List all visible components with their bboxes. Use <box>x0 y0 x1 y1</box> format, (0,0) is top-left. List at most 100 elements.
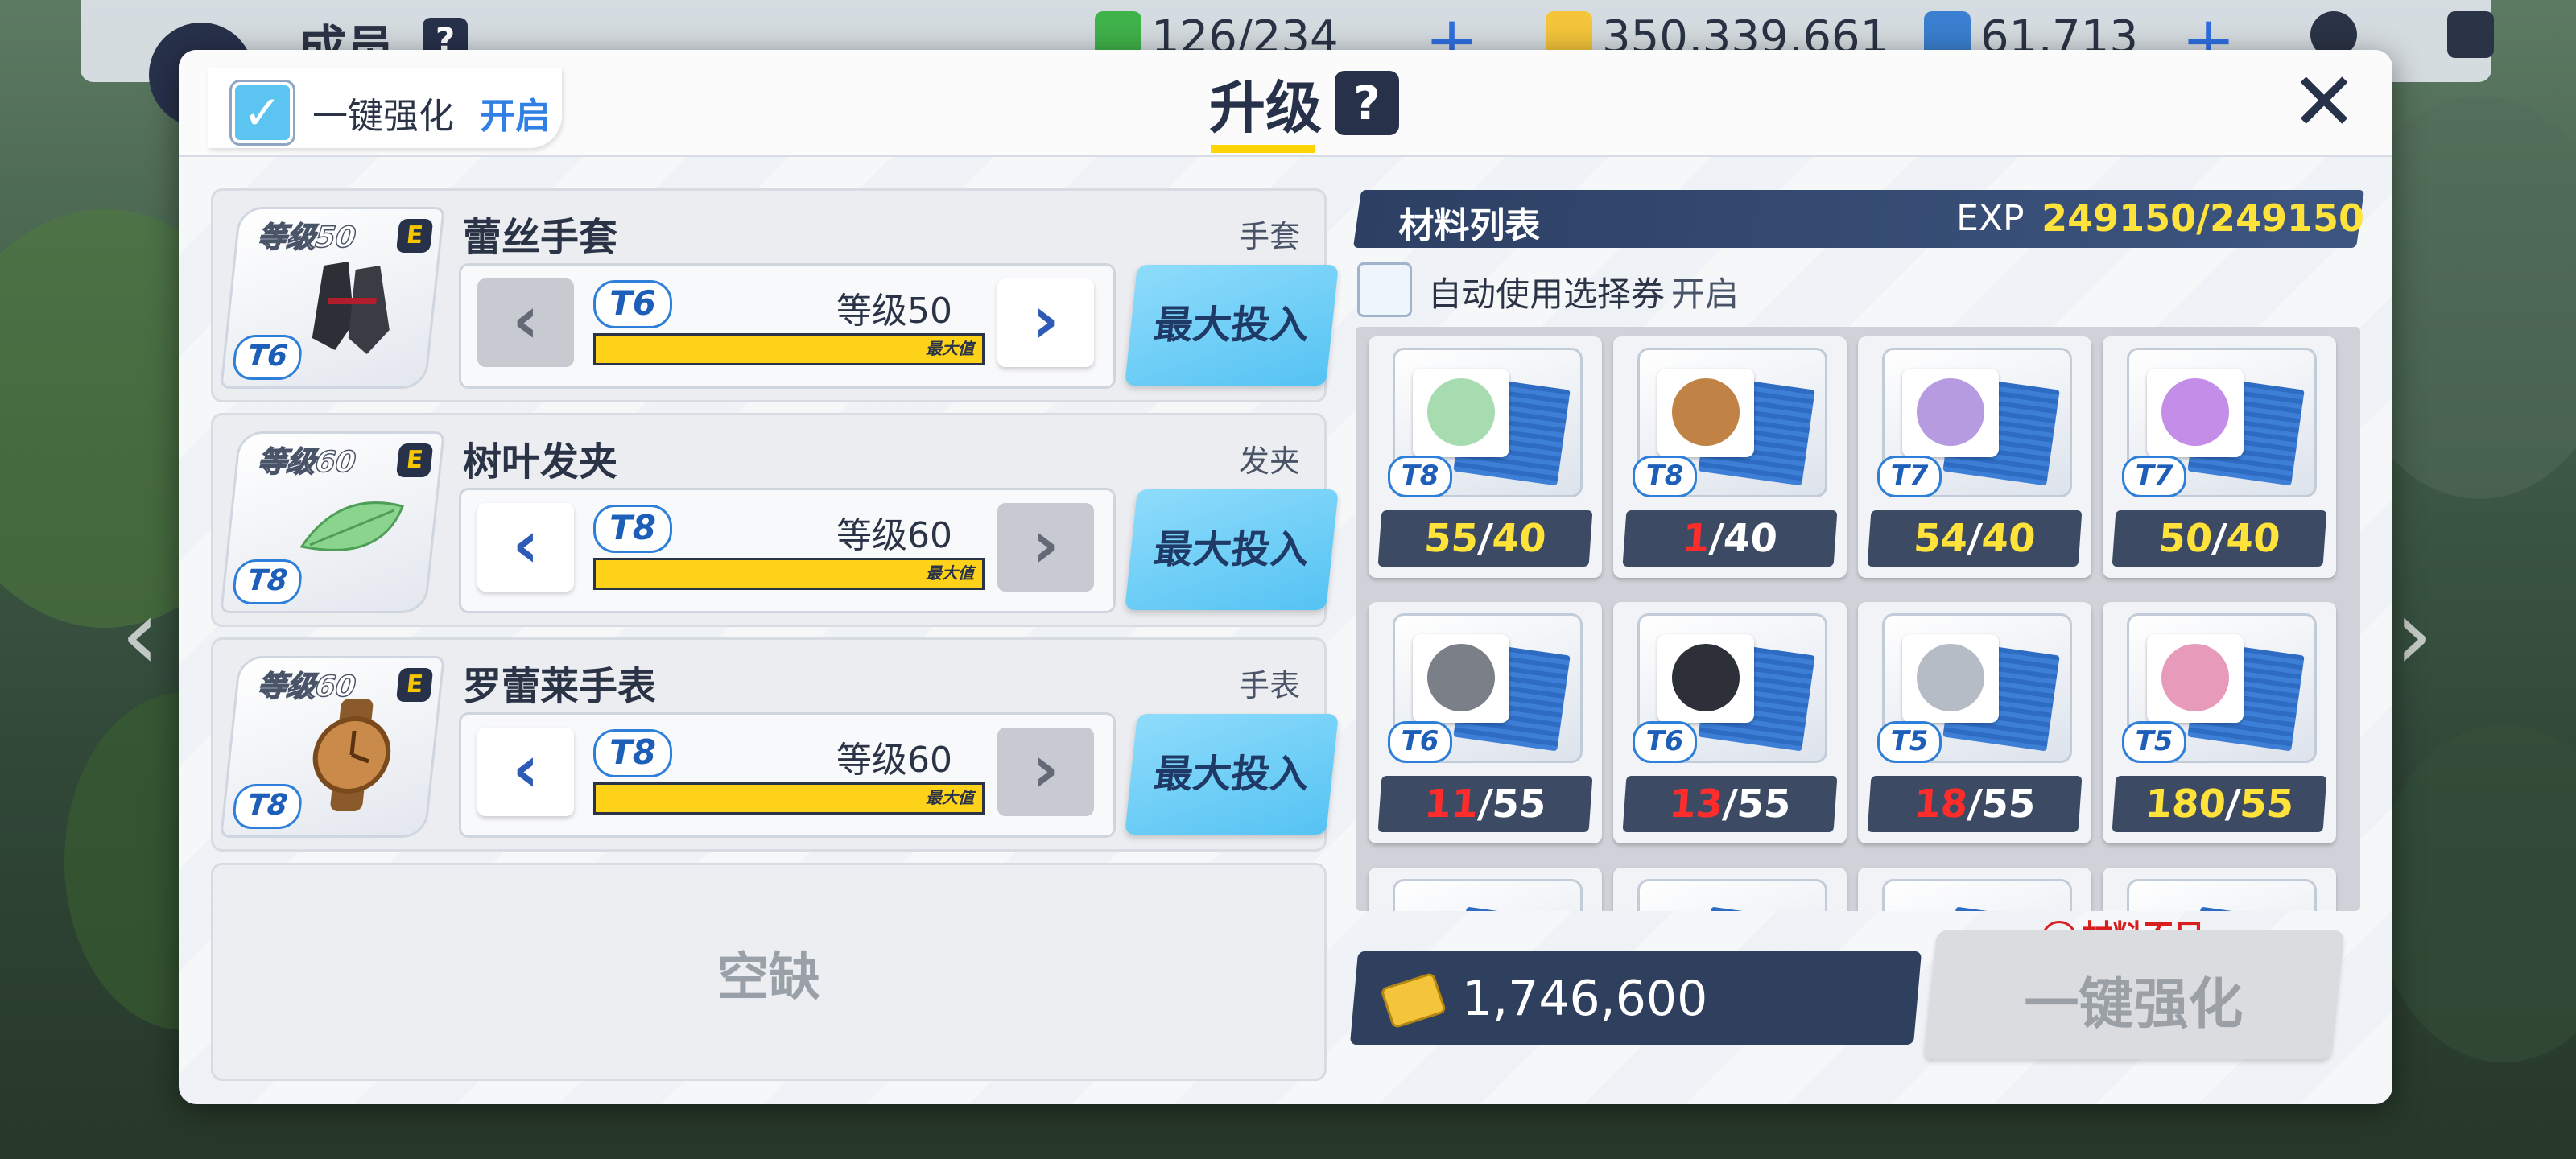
next-arrow-icon[interactable]: › <box>2395 580 2434 691</box>
owned-count: 54 <box>1912 516 1970 561</box>
auto-use-coupon-toggle[interactable]: 自动使用选择券 开启 <box>1357 262 1808 317</box>
owned-count: 18 <box>1912 782 1970 827</box>
equipment-row: 等级50 E T6 蕾丝手套 手套 ‹ T6 等级50 最大值 › 最大投入 <box>211 188 1339 402</box>
dialog-header: ✓ 一键强化 开启 升级 ? ✕ <box>179 50 2392 157</box>
empty-equipment-slot[interactable]: 空缺 <box>211 863 1327 1081</box>
material-art <box>1427 378 1495 446</box>
tier-badge: T6 <box>1388 721 1452 763</box>
auto-strengthen-state: 开启 <box>480 96 551 137</box>
strengthen-button-label: 一键强化 <box>2024 973 2244 1037</box>
badge-icon <box>2147 369 2244 457</box>
equipment-slot: 手表 <box>1238 668 1300 703</box>
owned-count: 180 <box>2143 782 2227 827</box>
material-art <box>1427 644 1495 711</box>
level-up-button[interactable]: › <box>997 503 1094 592</box>
exp-label: EXP <box>1956 198 2025 239</box>
material-card[interactable]: T8 55/40 <box>1368 336 1602 578</box>
max-invest-button[interactable]: 最大投入 <box>1125 714 1339 835</box>
bar-max-label: 最大值 <box>926 563 974 583</box>
equipment-thumbnail[interactable]: 等级60 E T8 <box>220 656 445 838</box>
cost-value: 1,746,600 <box>1461 971 1708 1027</box>
material-count: 11/55 <box>1377 776 1593 832</box>
material-card[interactable]: T5 18/55 <box>1858 602 2091 843</box>
material-card[interactable]: T6 13/55 <box>1613 602 1847 843</box>
required-count: 40 <box>2224 516 2282 561</box>
upgrade-dialog: ✓ 一键强化 开启 升级 ? ✕ 等级50 E T6 蕾丝手套 手套 ‹ T6 … <box>179 50 2392 1104</box>
material-art <box>1672 644 1740 711</box>
tier-badge: T5 <box>2122 721 2186 763</box>
material-count: 180/55 <box>2112 776 2327 832</box>
material-card[interactable]: T7 54/40 <box>1858 336 2091 578</box>
material-card[interactable]: T6 11/55 <box>1368 602 1602 843</box>
exp-bar: 最大值 <box>593 333 985 365</box>
tier-badge: T7 <box>2122 456 2186 497</box>
required-count: 40 <box>1490 516 1548 561</box>
tier-badge: T8 <box>593 505 672 553</box>
equipment-slot: 发夹 <box>1238 443 1300 479</box>
empty-slot-label: 空缺 <box>717 948 820 1008</box>
level-down-button[interactable]: ‹ <box>477 503 574 592</box>
owned-count: 55 <box>1422 516 1480 561</box>
max-invest-button[interactable]: 最大投入 <box>1125 489 1339 610</box>
exp-bar: 最大值 <box>593 558 985 590</box>
credit-card-icon <box>1380 971 1447 1029</box>
auto-use-coupon-label: 自动使用选择券 <box>1428 274 1666 314</box>
equipment-name: 树叶发夹 <box>463 439 618 485</box>
grade-badge: E <box>395 219 434 253</box>
level-text: 等级50 <box>836 291 952 332</box>
auto-strengthen-label: 一键强化 <box>312 96 454 137</box>
equipment-thumbnail[interactable]: 等级50 E T6 <box>220 207 445 389</box>
checkbox-checked-icon[interactable]: ✓ <box>229 80 295 146</box>
watch-icon <box>1902 369 1999 457</box>
material-list-title: 材料列表 <box>1398 205 1541 246</box>
tier-badge: T6 <box>1633 721 1697 763</box>
previous-arrow-icon[interactable]: ‹ <box>121 580 159 691</box>
required-count: 55 <box>1735 782 1793 827</box>
material-card-partial[interactable] <box>1858 868 2091 911</box>
level-up-button[interactable]: › <box>997 278 1094 367</box>
equipment-thumbnail[interactable]: 等级60 E T8 <box>220 431 445 613</box>
help-button[interactable]: ? <box>1335 71 1399 135</box>
tier-badge: T6 <box>593 280 672 328</box>
auto-strengthen-toggle[interactable]: ✓ 一键强化 开启 <box>208 68 562 148</box>
material-card[interactable]: T8 1/40 <box>1613 336 1847 578</box>
equipment-row: 等级60 E T8 树叶发夹 发夹 ‹ T8 等级60 最大值 › 最大投入 <box>211 413 1339 627</box>
owned-count: 11 <box>1422 782 1480 827</box>
level-down-button[interactable]: ‹ <box>477 728 574 816</box>
dialog-title: 升级 <box>1209 75 1322 141</box>
equipment-name: 蕾丝手套 <box>463 215 618 260</box>
home-icon[interactable] <box>2447 11 2494 58</box>
hairpin-icon <box>1902 634 1999 723</box>
required-count: 55 <box>1490 782 1548 827</box>
leaf-icon <box>290 474 415 587</box>
title-underline <box>1211 145 1315 153</box>
close-button[interactable]: ✕ <box>2288 62 2360 142</box>
watch-icon <box>2147 634 2244 723</box>
material-grid[interactable]: T8 55/40 T8 1/40 T7 54/40 T7 50/40 T6 11/55 T6 13/5… <box>1356 327 2360 911</box>
material-card[interactable]: T7 50/40 <box>2103 336 2336 578</box>
material-art <box>1917 378 1984 446</box>
exp-value: 249150/249150 <box>2041 196 2365 240</box>
material-art <box>2161 378 2229 446</box>
blueprint-icon <box>1393 879 1583 911</box>
tier-badge: T8 <box>1633 456 1697 497</box>
bar-max-label: 最大值 <box>926 788 974 807</box>
one-click-strengthen-button[interactable]: 一键强化 <box>1923 930 2345 1059</box>
level-panel: ‹ T8 等级60 最大值 › <box>459 488 1116 613</box>
tier-badge: T5 <box>1877 721 1942 763</box>
max-invest-button[interactable]: 最大投入 <box>1125 265 1339 386</box>
equipment-slot: 手套 <box>1238 219 1300 254</box>
checkbox-unchecked-icon[interactable] <box>1357 262 1412 317</box>
grade-badge: E <box>395 668 434 702</box>
material-card-partial[interactable] <box>1368 868 1602 911</box>
level-up-button[interactable]: › <box>997 728 1094 816</box>
material-card-partial[interactable] <box>2103 868 2336 911</box>
material-card[interactable]: T5 180/55 <box>2103 602 2336 843</box>
level-panel: ‹ T8 等级60 最大值 › <box>459 712 1116 838</box>
watch-icon <box>290 699 415 811</box>
level-down-button[interactable]: ‹ <box>477 278 574 367</box>
material-count: 13/55 <box>1622 776 1838 832</box>
material-card-partial[interactable] <box>1613 868 1847 911</box>
tier-badge: T8 <box>231 784 304 829</box>
watch-icon <box>1657 369 1754 457</box>
